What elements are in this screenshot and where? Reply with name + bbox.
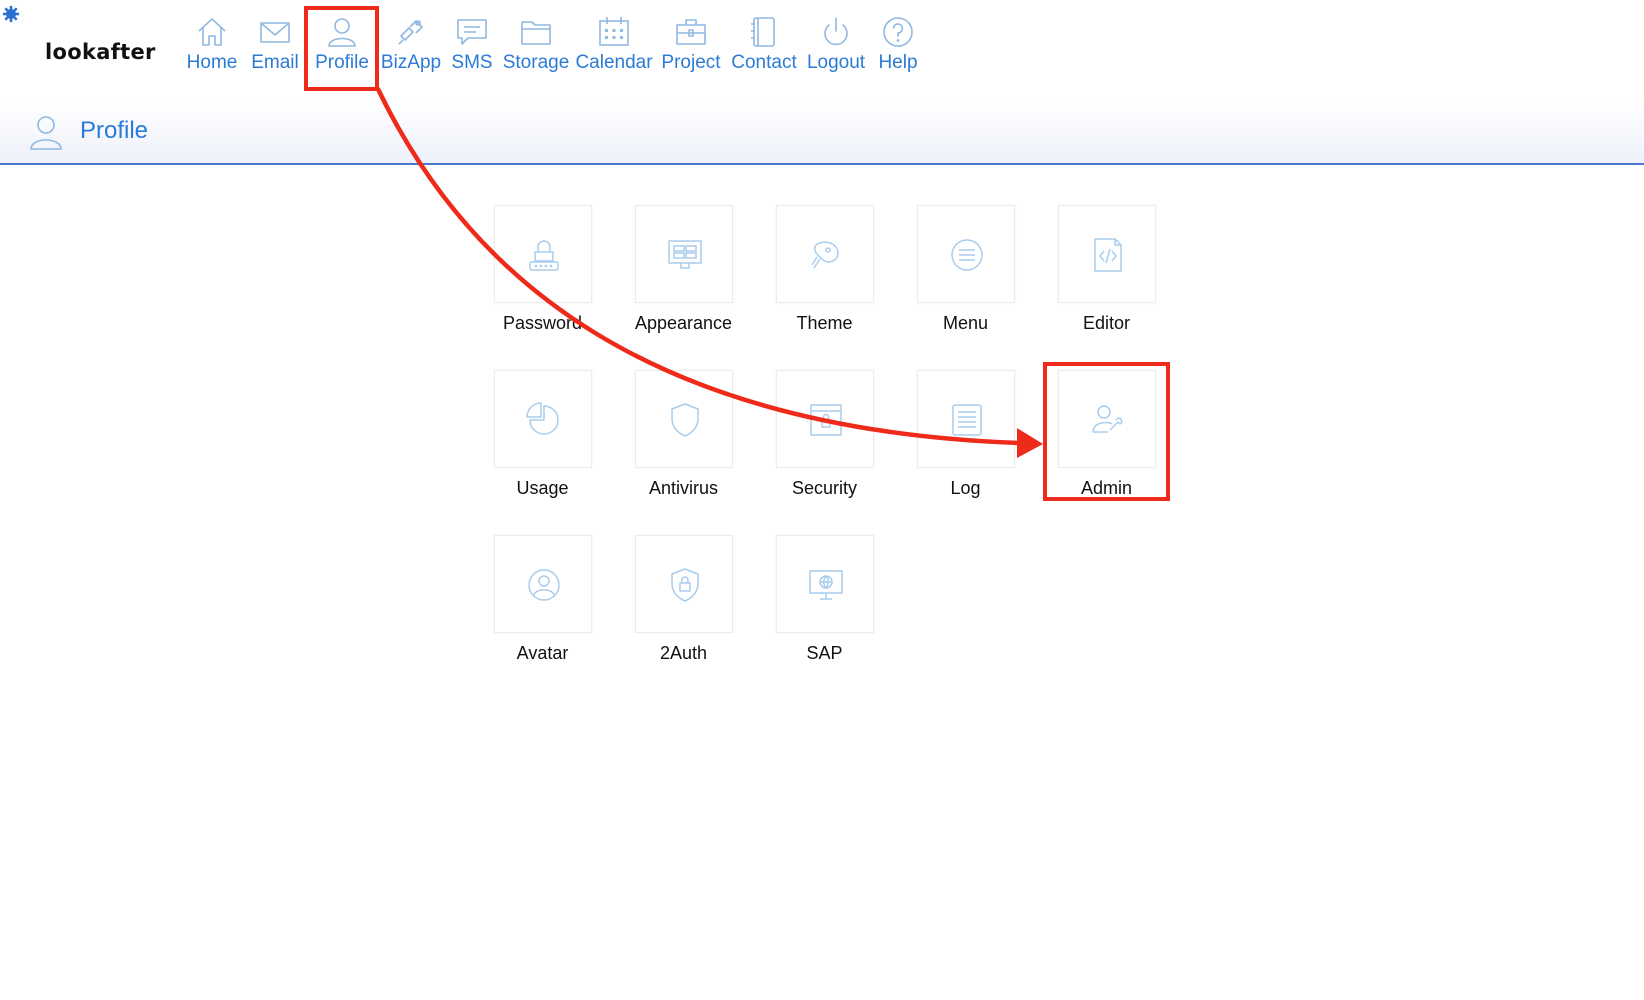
tile-label: 2Auth <box>659 643 708 663</box>
page-header: Profile <box>0 100 1644 165</box>
nav-sms[interactable]: SMS <box>447 14 497 74</box>
tile-appearance[interactable]: Appearance <box>613 205 754 350</box>
nav-help[interactable]: Help <box>873 14 923 74</box>
tile-box <box>494 370 592 468</box>
nav-label-logout: Logout <box>806 52 866 73</box>
tile-usage[interactable]: Usage <box>472 370 613 515</box>
nav-bizapp[interactable]: BizApp <box>379 14 443 74</box>
tile-label: Usage <box>516 478 569 498</box>
profile-icon <box>328 18 356 47</box>
tile-2auth[interactable]: 2Auth <box>613 535 754 680</box>
gear-badge-icon <box>2 5 20 23</box>
tile-label: Menu <box>942 313 989 333</box>
logout-icon <box>824 17 848 46</box>
tile-label: Antivirus <box>648 478 719 498</box>
password-icon <box>529 240 559 271</box>
nav-label-bizapp: BizApp <box>380 52 442 73</box>
email-icon <box>260 22 290 43</box>
tile-box <box>635 535 733 633</box>
tile-password[interactable]: Password <box>472 205 613 350</box>
nav-label-help: Help <box>878 52 918 73</box>
nav-label-calendar: Calendar <box>575 52 653 73</box>
nav-label-storage: Storage <box>502 52 570 73</box>
sap-icon <box>809 570 843 600</box>
usage-icon <box>526 402 559 435</box>
home-icon <box>198 18 226 46</box>
nav-calendar[interactable]: Calendar <box>575 14 653 74</box>
tile-label: Log <box>950 478 981 498</box>
profile-icon <box>30 116 62 150</box>
nav-profile[interactable]: Profile <box>309 14 375 74</box>
theme-icon <box>811 241 839 269</box>
tile-box <box>635 205 733 303</box>
tile-label: Admin <box>1080 478 1133 498</box>
menu-icon <box>951 239 983 271</box>
nav-home[interactable]: Home <box>182 14 242 74</box>
tile-label: Appearance <box>634 313 733 333</box>
tile-log[interactable]: Log <box>895 370 1036 515</box>
tile-avatar[interactable]: Avatar <box>472 535 613 680</box>
editor-icon <box>1094 238 1122 272</box>
tile-box <box>1058 205 1156 303</box>
tile-box <box>494 535 592 633</box>
help-icon <box>883 17 913 47</box>
tile-box <box>494 205 592 303</box>
avatar-icon <box>528 569 560 601</box>
tile-label: Editor <box>1082 313 1131 333</box>
tile-box <box>776 370 874 468</box>
tile-box <box>635 370 733 468</box>
nav-label-profile: Profile <box>315 52 369 73</box>
nav-logout[interactable]: Logout <box>803 14 869 74</box>
tile-box <box>776 205 874 303</box>
page-title: Profile <box>80 117 149 144</box>
tile-box <box>776 535 874 633</box>
appearance-icon <box>668 240 702 269</box>
tile-label: SAP <box>806 643 843 663</box>
nav-contact[interactable]: Contact <box>729 14 799 74</box>
nav-label-email: Email <box>251 52 299 73</box>
app-logo: lookafter <box>45 40 156 64</box>
tile-box <box>917 370 1015 468</box>
project-icon <box>676 19 706 45</box>
tile-menu[interactable]: Menu <box>895 205 1036 350</box>
sms-icon <box>457 19 487 45</box>
nav-storage[interactable]: Storage <box>501 14 571 74</box>
tile-box <box>1058 370 1156 468</box>
bizapp-icon <box>398 20 423 45</box>
security-icon <box>810 404 842 436</box>
tile-sap[interactable]: SAP <box>754 535 895 680</box>
tile-label: Theme <box>796 313 853 333</box>
tile-box <box>917 205 1015 303</box>
tile-label: Avatar <box>516 643 569 663</box>
tile-label: Password <box>502 313 583 333</box>
admin-icon <box>1092 405 1123 433</box>
tile-label: Security <box>791 478 858 498</box>
tile-editor[interactable]: Editor <box>1036 205 1177 350</box>
nav-email[interactable]: Email <box>246 14 304 74</box>
storage-icon <box>521 21 551 45</box>
tile-admin[interactable]: Admin <box>1036 370 1177 515</box>
antivirus-icon <box>671 403 699 437</box>
nav-project[interactable]: Project <box>657 14 725 74</box>
tile-security[interactable]: Security <box>754 370 895 515</box>
log-icon <box>952 404 982 436</box>
nav-label-project: Project <box>661 52 721 73</box>
contact-icon <box>751 17 775 47</box>
nav-label-home: Home <box>186 52 238 73</box>
2auth-icon <box>671 568 699 602</box>
tile-antivirus[interactable]: Antivirus <box>613 370 754 515</box>
tile-theme[interactable]: Theme <box>754 205 895 350</box>
nav-label-contact: Contact <box>731 52 797 73</box>
calendar-icon <box>599 17 629 46</box>
nav-label-sms: SMS <box>451 52 493 73</box>
